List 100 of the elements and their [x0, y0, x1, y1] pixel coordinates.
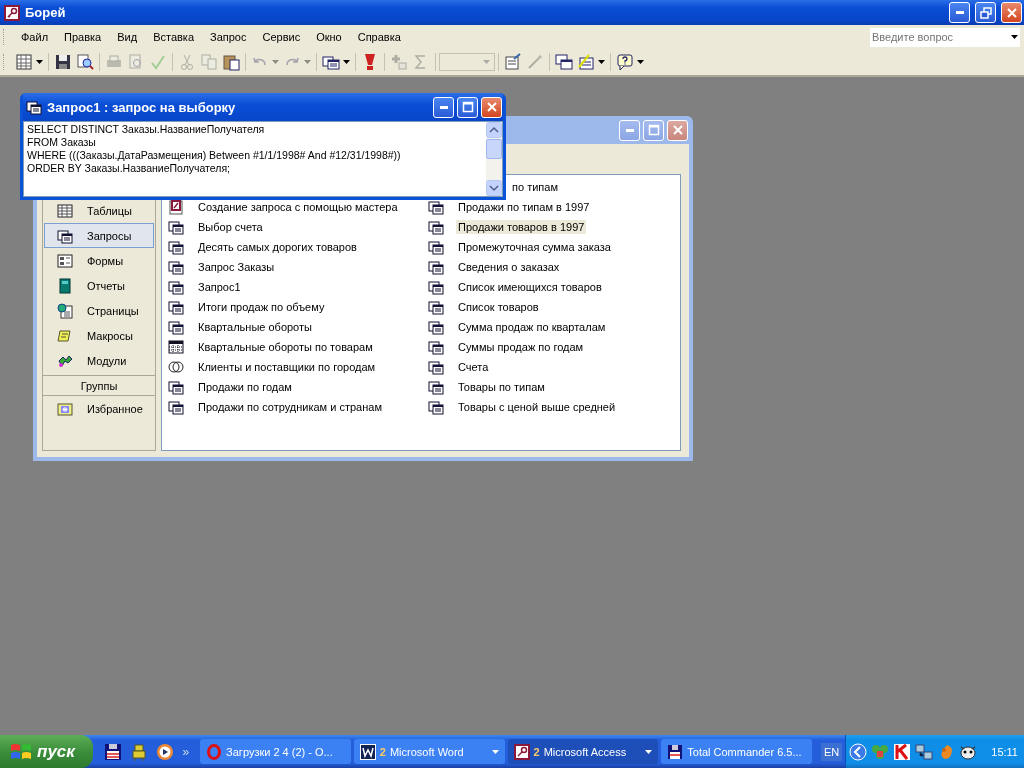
- taskbar-button[interactable]: 2 Microsoft Word: [353, 739, 505, 764]
- play-icon[interactable]: [156, 742, 175, 761]
- query-icon: [428, 279, 444, 295]
- query-icon: [168, 219, 184, 235]
- object-type-item[interactable]: Формы: [44, 248, 154, 273]
- key-icon: [4, 4, 20, 21]
- query-item[interactable]: Товары по типам: [456, 380, 547, 394]
- wizard-icon: [168, 199, 184, 215]
- scrollbar[interactable]: [486, 122, 502, 196]
- windows-button[interactable]: [553, 51, 575, 73]
- query-item[interactable]: Создание запроса с помощью мастера: [196, 200, 400, 214]
- query-item[interactable]: Сумма продаж по кварталам: [456, 320, 608, 334]
- taskbar-button[interactable]: 2 Microsoft Access: [507, 739, 659, 764]
- help-icon: [616, 53, 634, 71]
- taskbar-button[interactable]: Загрузки 2 4 (2) - О...: [200, 739, 351, 764]
- query-item[interactable]: Список имеющихся товаров: [456, 280, 604, 294]
- query-item[interactable]: Список товаров: [456, 300, 541, 314]
- query-item[interactable]: Выбор счета: [196, 220, 265, 234]
- query-icon: [428, 219, 444, 235]
- menu-item[interactable]: Вставка: [145, 31, 202, 43]
- language-indicator[interactable]: EN: [821, 742, 843, 761]
- maximize-button[interactable]: [457, 96, 478, 118]
- start-button[interactable]: пуск: [0, 735, 94, 768]
- checkmark-icon: [149, 53, 167, 71]
- query-icon: [428, 359, 444, 375]
- query-icon: [168, 319, 184, 335]
- caret-icon: [1010, 35, 1018, 39]
- close-button[interactable]: [481, 96, 502, 118]
- query-icon: [428, 239, 444, 255]
- query-icon: [26, 99, 42, 115]
- menu-item[interactable]: Правка: [56, 31, 110, 43]
- object-type-item[interactable]: Отчеты: [44, 273, 154, 298]
- minimize-button[interactable]: [949, 2, 970, 23]
- folder-icon: [57, 400, 73, 417]
- query-item[interactable]: Суммы продаж по годам: [456, 340, 586, 354]
- search-icon: [76, 53, 94, 71]
- object-type-item[interactable]: Запросы: [44, 223, 154, 248]
- query-item[interactable]: Товары с ценой выше средней: [456, 400, 618, 414]
- dropdown-button[interactable]: [1008, 27, 1020, 47]
- close-icon: [1005, 6, 1018, 19]
- help-button[interactable]: [614, 51, 646, 73]
- menu-item[interactable]: Вид: [109, 31, 146, 43]
- query-icon: [428, 399, 444, 415]
- grid-button[interactable]: [13, 51, 45, 73]
- minimize-icon: [955, 11, 964, 14]
- query-item[interactable]: Десять самых дорогих товаров: [196, 240, 359, 254]
- query-item[interactable]: Промежуточная сумма заказа: [456, 240, 613, 254]
- query-icon: [428, 299, 444, 315]
- scissors-icon: [178, 53, 196, 71]
- object-type-item[interactable]: Страницы: [44, 298, 154, 323]
- menu-item[interactable]: Окно: [308, 31, 350, 43]
- grid-icon: [15, 53, 33, 71]
- menu-item[interactable]: Сервис: [254, 31, 309, 43]
- opera-icon: [206, 743, 223, 760]
- new-object-icon: [577, 53, 595, 71]
- menu-item[interactable]: Запрос: [202, 31, 255, 43]
- query-icon: [57, 227, 73, 244]
- query-item[interactable]: Квартальные обороты по товарам: [196, 340, 375, 354]
- window-title: Запрос1 : запрос на выборку: [47, 99, 236, 115]
- shield-k-icon[interactable]: [893, 742, 912, 761]
- query-item[interactable]: Счета: [456, 360, 491, 374]
- close-icon: [485, 101, 498, 113]
- query-item[interactable]: Запрос1: [196, 280, 243, 294]
- robot-icon[interactable]: [130, 742, 149, 761]
- copy-icon: [200, 53, 218, 71]
- query-item[interactable]: Клиенты и поставщики по городам: [196, 360, 378, 374]
- plus-table-icon: [390, 53, 408, 71]
- maximize-icon: [647, 124, 660, 136]
- query-item[interactable]: Квартальные обороты: [196, 320, 314, 334]
- menu-item[interactable]: Файл: [13, 31, 57, 43]
- chevron-left-icon[interactable]: [849, 742, 868, 761]
- network-icon[interactable]: [915, 742, 934, 761]
- query-icon: [428, 259, 444, 275]
- query-item[interactable]: Продажи по сотрудникам и странам: [196, 400, 384, 414]
- groups-header[interactable]: Группы: [43, 375, 155, 396]
- more-button[interactable]: »: [182, 744, 190, 759]
- query-icon: [168, 399, 184, 415]
- scroll-up-icon[interactable]: [486, 122, 502, 138]
- object-type-item[interactable]: Модули: [44, 348, 154, 373]
- restore-button[interactable]: [975, 2, 996, 23]
- query-item[interactable]: Продажи по типам в 1997: [456, 200, 592, 214]
- query-item[interactable]: Итоги продаж по объему: [196, 300, 327, 314]
- report-icon: [57, 277, 73, 294]
- minimize-icon: [625, 128, 634, 132]
- grid-icon: [168, 339, 184, 355]
- clock: 15:11: [991, 745, 1018, 758]
- scroll-down-icon[interactable]: [486, 180, 502, 196]
- close-button[interactable]: [1001, 2, 1022, 23]
- minimize-button[interactable]: [433, 96, 454, 118]
- taskbar-button[interactable]: Total Commander 6.5...: [661, 739, 812, 764]
- help-field[interactable]: Введите вопрос: [870, 27, 1008, 47]
- query-item[interactable]: Сведения о заказах: [456, 260, 562, 274]
- query-icon: [322, 53, 340, 71]
- menu-item[interactable]: Справка: [349, 31, 409, 43]
- query-item[interactable]: Запрос Заказы: [196, 260, 277, 274]
- group-item[interactable]: Избранное: [44, 396, 154, 421]
- query-item[interactable]: по типам: [510, 180, 560, 194]
- query-item[interactable]: Продажи товаров в 1997: [456, 220, 587, 234]
- object-type-item[interactable]: Макросы: [44, 323, 154, 348]
- query-item[interactable]: Продажи по годам: [196, 380, 294, 394]
